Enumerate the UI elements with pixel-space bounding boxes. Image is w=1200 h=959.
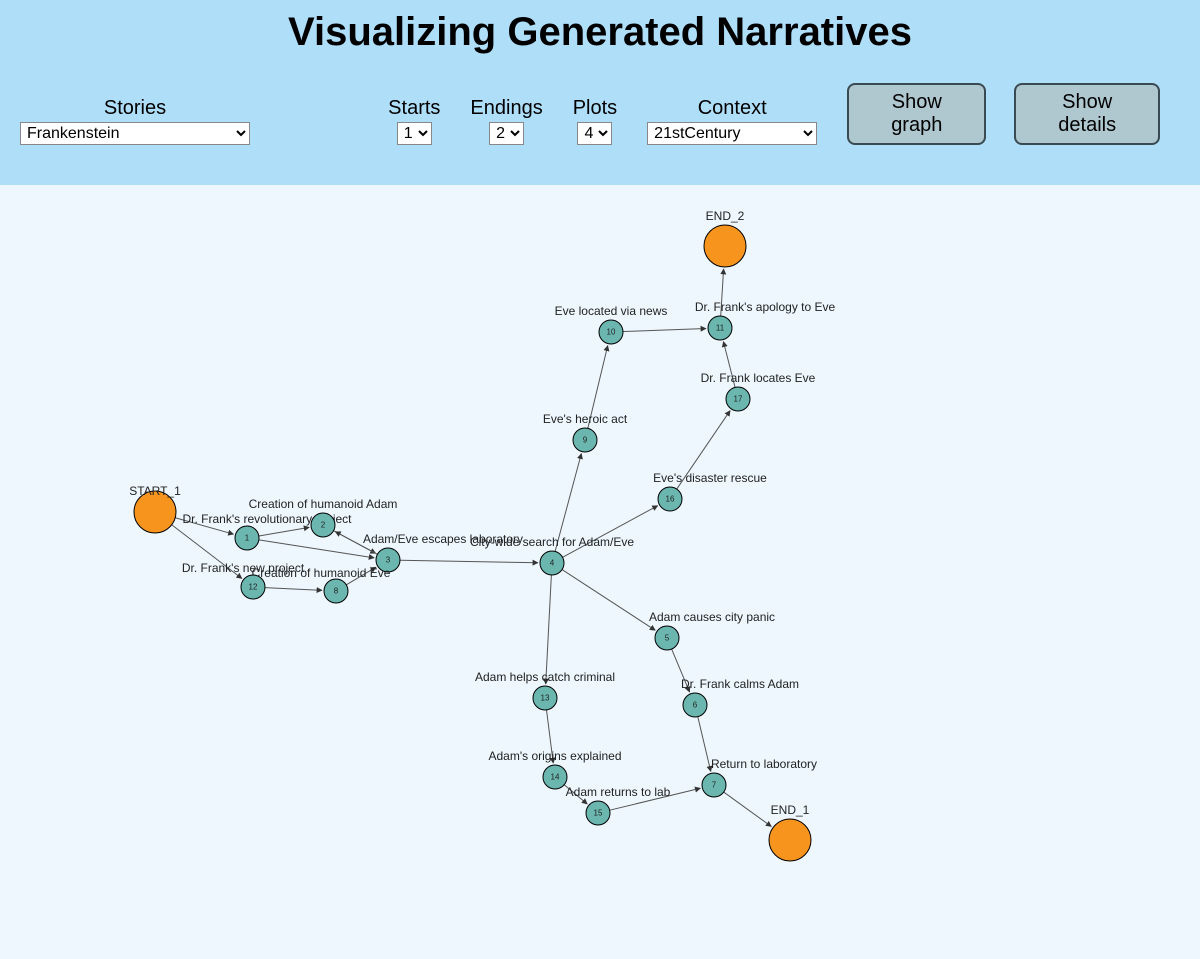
node-number: 17	[734, 395, 743, 404]
graph-node-12[interactable]: 12 Dr. Frank's new project	[182, 561, 305, 599]
node-number: 9	[583, 436, 588, 445]
node-number: 8	[334, 587, 339, 596]
node-number: 16	[666, 495, 675, 504]
node-label: Creation of humanoid Adam	[249, 497, 398, 511]
node-number: 13	[541, 694, 550, 703]
graph-node-17[interactable]: 17 Dr. Frank locates Eve	[701, 371, 816, 411]
graph-edge	[724, 792, 772, 826]
context-select[interactable]: 21stCentury	[647, 122, 817, 145]
node-number: 6	[693, 701, 698, 710]
graph-edge	[563, 506, 658, 558]
node-label: Return to laboratory	[711, 757, 817, 771]
endings-label: Endings	[470, 97, 542, 120]
node-number: 2	[321, 521, 326, 530]
node-label: Dr. Frank's new project	[182, 561, 305, 575]
context-label: Context	[698, 97, 767, 120]
stories-select[interactable]: Frankenstein	[20, 122, 250, 145]
graph-node-END_2[interactable]: END_2	[704, 209, 746, 267]
stories-label: Stories	[104, 97, 166, 120]
node-number: 1	[245, 534, 250, 543]
node-number: 15	[594, 809, 603, 818]
graph-node-10[interactable]: 10 Eve located via news	[555, 304, 668, 344]
node-number: 5	[665, 634, 670, 643]
node-label: Dr. Frank's apology to Eve	[695, 300, 836, 314]
graph-node-7[interactable]: 7 Return to laboratory	[702, 757, 817, 797]
show-graph-button[interactable]: Show graph	[847, 83, 986, 145]
show-details-button[interactable]: Show details	[1014, 83, 1160, 145]
graph-node-END_1[interactable]: END_1	[769, 803, 811, 861]
plots-select[interactable]: 4	[577, 122, 612, 145]
graph-node-6[interactable]: 6 Dr. Frank calms Adam	[681, 677, 799, 717]
node-label: END_2	[706, 209, 745, 223]
endings-select[interactable]: 2	[489, 122, 524, 145]
node-label: Eve located via news	[555, 304, 668, 318]
graph-node-15[interactable]: 15 Adam returns to lab	[566, 785, 671, 825]
node-label: Eve's disaster rescue	[653, 471, 767, 485]
node-number: 12	[249, 583, 258, 592]
page-title: Visualizing Generated Narratives	[0, 10, 1200, 55]
graph-node-11[interactable]: 11 Dr. Frank's apology to Eve	[695, 300, 836, 340]
graph-edge	[265, 588, 322, 591]
graph-edge	[259, 540, 374, 558]
node-label: Dr. Frank locates Eve	[701, 371, 816, 385]
graph-node-9[interactable]: 9 Eve's heroic act	[543, 412, 628, 452]
node-label: City-wide search for Adam/Eve	[470, 535, 634, 549]
node-label: Adam helps catch criminal	[475, 670, 615, 684]
graph-edge	[400, 560, 538, 563]
node-number: 4	[550, 559, 555, 568]
graph-node-5[interactable]: 5 Adam causes city panic	[649, 610, 775, 650]
node-label: START_1	[129, 484, 181, 498]
graph-edge	[623, 329, 706, 332]
node-label: Eve's heroic act	[543, 412, 628, 426]
graph-edge	[562, 570, 655, 631]
node-number: 10	[607, 328, 616, 337]
graph-node-13[interactable]: 13 Adam helps catch criminal	[475, 670, 615, 710]
starts-select[interactable]: 1	[397, 122, 432, 145]
node-number: 14	[551, 773, 560, 782]
node-number: 7	[712, 781, 717, 790]
plots-label: Plots	[573, 97, 617, 120]
narrative-graph[interactable]: START_1END_2END_11Dr. Frank's revolution…	[0, 185, 1200, 905]
node-label: Adam causes city panic	[649, 610, 775, 624]
graph-node-16[interactable]: 16 Eve's disaster rescue	[653, 471, 767, 511]
graph-edge	[546, 575, 552, 684]
node-label: Dr. Frank calms Adam	[681, 677, 799, 691]
graph-node-14[interactable]: 14 Adam's origins explained	[488, 749, 621, 789]
node-number: 3	[386, 556, 391, 565]
node-number: 11	[716, 324, 725, 333]
node-label: END_1	[771, 803, 810, 817]
starts-label: Starts	[388, 97, 440, 120]
node-label: Adam's origins explained	[488, 749, 621, 763]
graph-edge	[259, 527, 309, 536]
node-label: Adam returns to lab	[566, 785, 671, 799]
graph-edge	[698, 717, 711, 772]
controls-bar: Stories Frankenstein Starts 1 Endings 2 …	[0, 83, 1200, 145]
graph-node-4[interactable]: 4 City-wide search for Adam/Eve	[470, 535, 634, 575]
